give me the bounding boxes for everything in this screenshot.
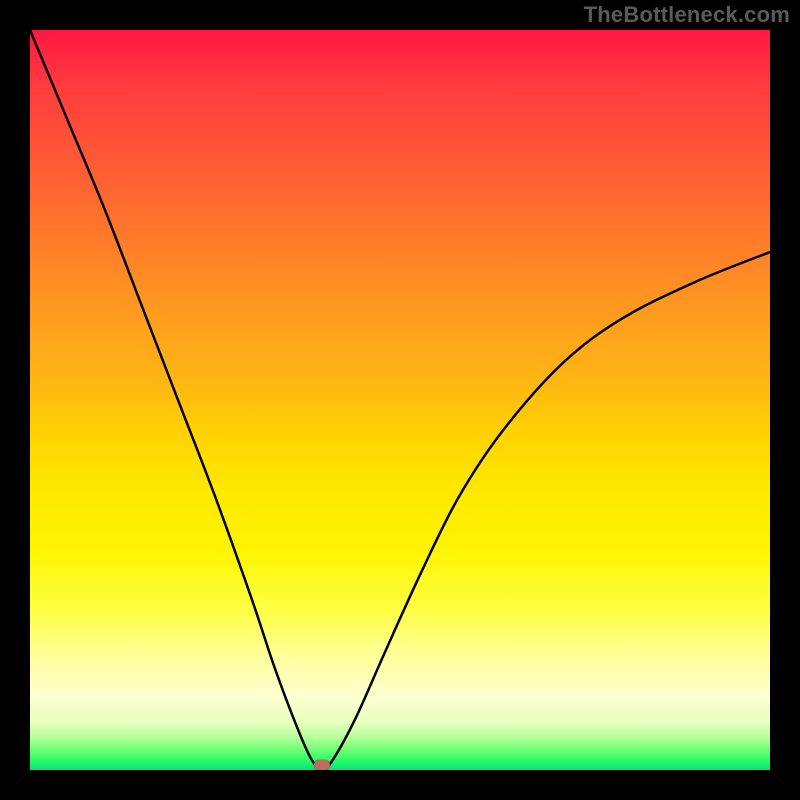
optimum-marker xyxy=(314,760,330,770)
watermark-text: TheBottleneck.com xyxy=(584,2,790,28)
chart-plot-area xyxy=(30,30,770,770)
bottleneck-curve xyxy=(30,30,770,770)
curve-path xyxy=(30,30,770,770)
